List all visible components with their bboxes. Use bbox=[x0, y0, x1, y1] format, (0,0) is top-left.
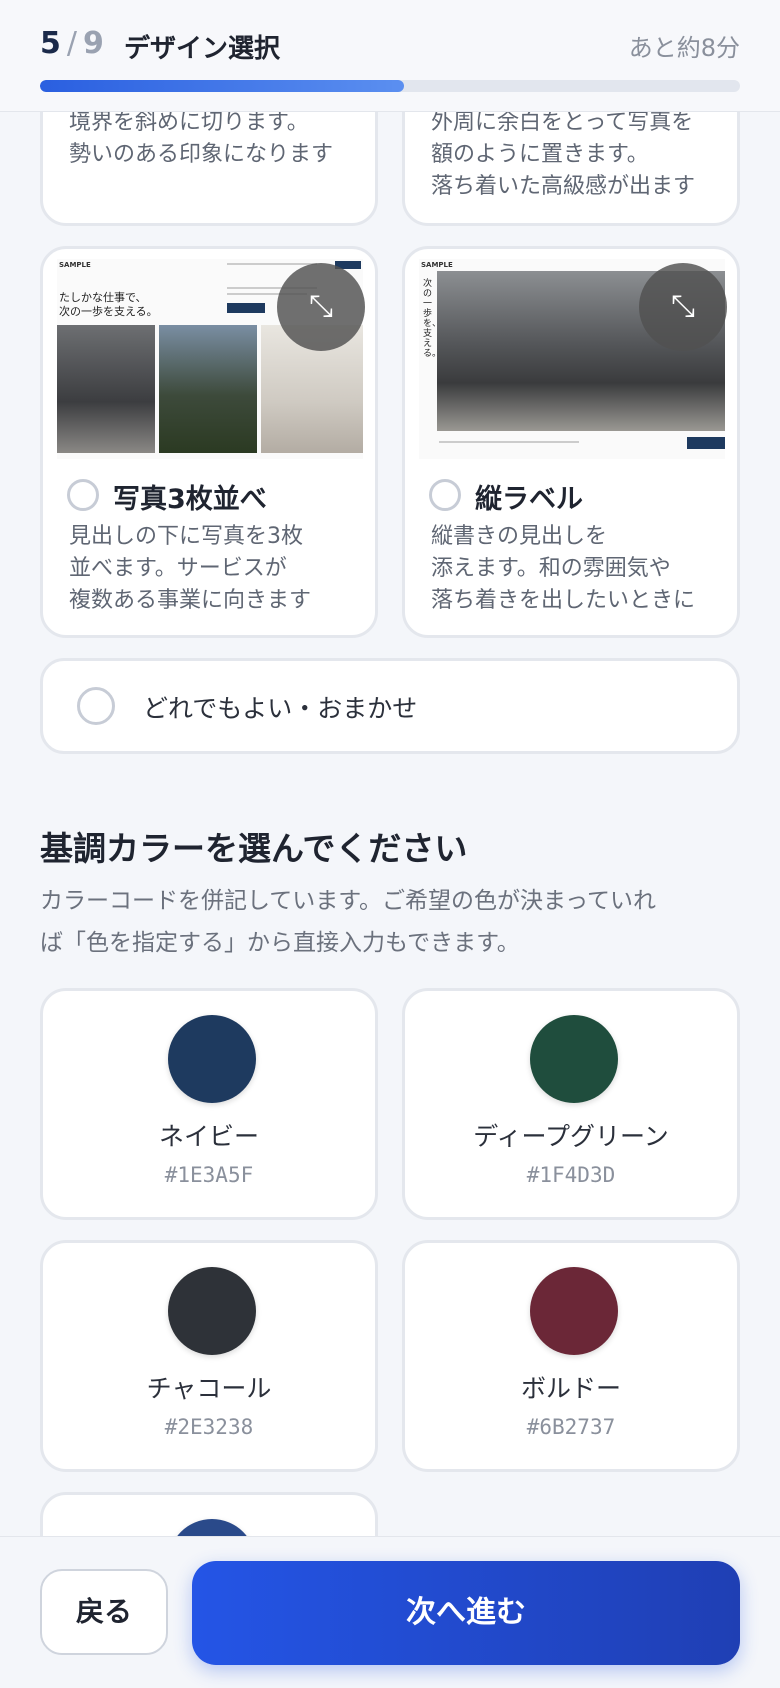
next-button[interactable]: 次へ進む bbox=[192, 1561, 740, 1665]
footer-nav: 戻る 次へ進む bbox=[0, 1536, 780, 1688]
step-current: 5 bbox=[40, 26, 61, 61]
option-radio[interactable] bbox=[429, 479, 461, 511]
option-desc-line: 額のように置きます。 bbox=[431, 142, 649, 167]
page-title: デザイン選択 bbox=[124, 34, 281, 64]
preview-text bbox=[439, 441, 579, 443]
option-radio[interactable] bbox=[77, 687, 115, 725]
preview-vertical-heading: 次の一歩を、支える。 bbox=[423, 279, 442, 359]
color-hex: #2E3238 bbox=[164, 1415, 254, 1439]
option-radio[interactable] bbox=[67, 479, 99, 511]
section-subtitle-line: カラーコードを併記しています。ご希望の色が決まっていれ bbox=[40, 888, 656, 914]
option-desc-line: 落ち着いた高級感が出ます bbox=[431, 174, 696, 199]
color-option-bordeaux[interactable]: ボルドー #6B2737 bbox=[402, 1240, 740, 1472]
color-name: ディープグリーン bbox=[473, 1122, 669, 1151]
option-desc-line: 添えます。和の雰囲気や bbox=[431, 556, 671, 581]
option-desc-line: 見出しの下に写真を3枚 bbox=[69, 524, 303, 549]
option-desc-line: 落ち着きを出したいときに bbox=[431, 588, 696, 613]
progress-fill bbox=[40, 80, 404, 92]
preview-nav bbox=[227, 263, 317, 265]
preview-service-button bbox=[687, 437, 725, 449]
time-remaining: あと約8分 bbox=[628, 34, 740, 62]
step-total: 9 bbox=[82, 26, 104, 61]
preview-headline: 次の一歩を支える。 bbox=[59, 305, 158, 318]
layout-option-any[interactable]: どれでもよい・おまかせ bbox=[40, 658, 740, 754]
expand-preview-icon[interactable]: ⤡ bbox=[639, 263, 727, 351]
preview-photo-house bbox=[159, 325, 257, 453]
preview-brand: SAMPLE bbox=[421, 261, 453, 269]
option-title: 写真3枚並べ bbox=[113, 484, 267, 515]
step-separator: / bbox=[66, 26, 77, 61]
color-swatch bbox=[530, 1267, 618, 1355]
option-any-label: どれでもよい・おまかせ bbox=[143, 694, 418, 723]
header: 5/9 デザイン選択 あと約8分 bbox=[0, 0, 780, 112]
color-option-deep-green[interactable]: ディープグリーン #1F4D3D bbox=[402, 988, 740, 1220]
option-desc-line: 複数ある事業に向きます bbox=[69, 588, 312, 613]
color-option-navy[interactable]: ネイビー #1E3A5F bbox=[40, 988, 378, 1220]
preview-brand: SAMPLE bbox=[59, 261, 91, 269]
option-desc-line: 勢いのある印象になります bbox=[69, 142, 334, 167]
step-indicator: 5/9 bbox=[40, 26, 104, 61]
preview-photo-office bbox=[57, 325, 155, 453]
option-title: 縦ラベル bbox=[475, 484, 583, 515]
color-option-charcoal[interactable]: チャコール #2E3238 bbox=[40, 1240, 378, 1472]
section-subtitle: カラーコードを併記しています。ご希望の色が決まっていれ ば「色を指定する」から直… bbox=[40, 880, 760, 964]
option-desc-line: 縦書きの見出しを bbox=[431, 524, 608, 549]
color-swatch bbox=[168, 1015, 256, 1103]
layout-option-vertical-label[interactable]: SAMPLE 次の一歩を、支える。 ⤡ 縦ラベル 縦書きの見出しを 添えます。和… bbox=[402, 246, 740, 638]
layout-option-three-photos[interactable]: SAMPLE たしかな仕事で、 次の一歩を支える。 ⤡ 写真3枚並べ 見出しの下… bbox=[40, 246, 378, 638]
expand-preview-icon[interactable]: ⤡ bbox=[277, 263, 365, 351]
color-name: ボルドー bbox=[520, 1374, 621, 1403]
option-desc-line: 並べます。サービスが bbox=[69, 556, 287, 581]
color-swatch bbox=[168, 1267, 256, 1355]
color-hex: #6B2737 bbox=[526, 1415, 616, 1439]
color-name: ネイビー bbox=[158, 1122, 259, 1151]
progress-bar bbox=[40, 80, 740, 92]
color-swatch bbox=[530, 1015, 618, 1103]
color-hex: #1F4D3D bbox=[526, 1163, 616, 1187]
back-button[interactable]: 戻る bbox=[40, 1569, 168, 1655]
section-subtitle-line: ば「色を指定する」から直接入力もできます。 bbox=[40, 930, 520, 956]
section-title: 基調カラーを選んでください bbox=[40, 829, 468, 868]
preview-service-button bbox=[227, 303, 265, 313]
color-hex: #1E3A5F bbox=[164, 1163, 254, 1187]
color-name: チャコール bbox=[146, 1374, 272, 1403]
